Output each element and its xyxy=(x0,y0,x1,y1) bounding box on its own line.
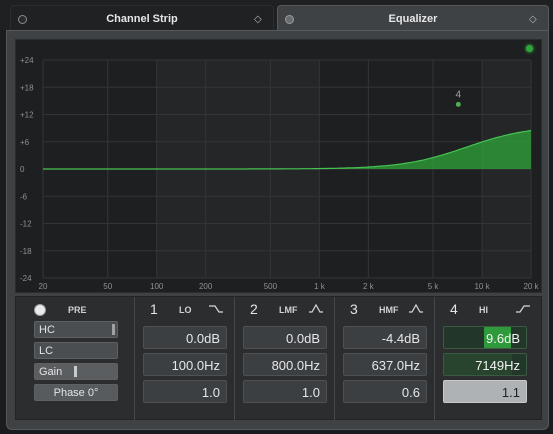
freq-tick-label: 10 k xyxy=(474,282,490,291)
lc-label: LC xyxy=(39,345,54,357)
pre-section: PRE HC LC Gain Phase 0° xyxy=(16,297,134,421)
band-name: HMF xyxy=(379,305,399,315)
band-number[interactable]: 1 xyxy=(150,301,158,317)
tab-bar: Channel Strip ◇ Equalizer ◇ xyxy=(0,0,553,31)
band-3-gain-field[interactable]: -4.4dB xyxy=(343,326,427,349)
eq-curve-display[interactable]: +24 +18 +12 +6 0 -6 -12 -18 -24 20 50 100 200 500 1 k 2… xyxy=(15,39,542,293)
eq-graph-svg: +24 +18 +12 +6 0 -6 -12 -18 -24 20 50 100 200 500 1 k 2… xyxy=(20,56,540,291)
db-tick-label: -18 xyxy=(20,247,32,256)
band-4-freq-value: 7149Hz xyxy=(475,358,520,373)
peak-filter-icon[interactable] xyxy=(308,303,324,315)
band-1: 1 LO 0.0dB 100.0Hz 1.0 xyxy=(134,297,234,421)
gain-label: Gain xyxy=(39,366,63,378)
freq-tick-label: 100 xyxy=(150,282,164,291)
band-name: HI xyxy=(479,305,488,315)
band-4: 4 HI 9.6dB 7149Hz 1.1 xyxy=(434,297,541,421)
band-1-q-field[interactable]: 1.0 xyxy=(143,380,227,403)
db-tick-label: -6 xyxy=(20,192,28,201)
hc-button[interactable]: HC xyxy=(34,321,118,338)
band-name: LMF xyxy=(279,305,298,315)
band-1-gain-field[interactable]: 0.0dB xyxy=(143,326,227,349)
freq-tick-label: 5 k xyxy=(428,282,440,291)
eq-power-led-icon[interactable] xyxy=(526,45,533,52)
gain-slider[interactable]: Gain xyxy=(34,363,118,380)
phase-label: Phase 0° xyxy=(53,387,99,399)
peak-filter-icon[interactable] xyxy=(408,303,424,315)
gain-slider-handle[interactable] xyxy=(74,366,77,377)
freq-tick-label: 200 xyxy=(199,282,213,291)
db-tick-label: 0 xyxy=(20,165,25,174)
band-marker-label: 4 xyxy=(456,89,462,100)
freq-tick-label: 2 k xyxy=(363,282,375,291)
band-3: 3 HMF -4.4dB 637.0Hz 0.6 xyxy=(334,297,434,421)
band-number[interactable]: 3 xyxy=(350,301,358,317)
db-tick-label: +12 xyxy=(20,111,34,120)
tab-channel-strip[interactable]: Channel Strip ◇ xyxy=(10,5,274,31)
db-tick-label: -24 xyxy=(20,274,32,283)
band-4-q-value: 1.1 xyxy=(501,385,520,400)
freq-tick-label: 50 xyxy=(103,282,112,291)
band-number[interactable]: 4 xyxy=(450,301,458,317)
band-4-freq-field[interactable]: 7149Hz xyxy=(443,353,527,376)
link-icon[interactable]: ◇ xyxy=(254,14,265,25)
band-number[interactable]: 2 xyxy=(250,301,258,317)
band-2-q-field[interactable]: 1.0 xyxy=(243,380,327,403)
low-shelf-filter-icon[interactable] xyxy=(208,303,224,315)
pre-label: PRE xyxy=(68,305,87,315)
band-4-q-field[interactable]: 1.1 xyxy=(443,380,527,403)
freq-tick-label: 1 k xyxy=(314,282,326,291)
band-4-gain-field[interactable]: 9.6dB xyxy=(443,326,527,349)
db-tick-label: +24 xyxy=(20,56,34,65)
phase-button[interactable]: Phase 0° xyxy=(34,384,118,401)
freq-tick-label: 500 xyxy=(264,282,278,291)
band-2-freq-field[interactable]: 800.0Hz xyxy=(243,353,327,376)
pre-power-icon[interactable] xyxy=(34,304,46,316)
tab-label: Channel Strip xyxy=(106,13,178,25)
high-shelf-filter-icon[interactable] xyxy=(515,303,531,315)
db-tick-label: +18 xyxy=(20,83,34,92)
db-tick-label: -12 xyxy=(20,220,32,229)
tab-equalizer[interactable]: Equalizer ◇ xyxy=(277,5,549,31)
band-4-node[interactable] xyxy=(455,101,461,107)
db-tick-label: +6 xyxy=(20,138,30,147)
band-1-freq-field[interactable]: 100.0Hz xyxy=(143,353,227,376)
equalizer-panel: +24 +18 +12 +6 0 -6 -12 -18 -24 20 50 100 200 500 1 k 2… xyxy=(6,30,549,430)
lc-button[interactable]: LC xyxy=(34,342,118,359)
freq-tick-label: 20 k xyxy=(523,282,539,291)
eq-controls: PRE HC LC Gain Phase 0° 1 LO 0.0dB 100.0… xyxy=(15,296,542,421)
hc-slider-handle[interactable] xyxy=(112,324,115,335)
band-3-freq-field[interactable]: 637.0Hz xyxy=(343,353,427,376)
band-3-q-field[interactable]: 0.6 xyxy=(343,380,427,403)
freq-tick-label: 20 xyxy=(39,282,48,291)
band-name: LO xyxy=(179,305,192,315)
band-2-gain-field[interactable]: 0.0dB xyxy=(243,326,327,349)
link-icon[interactable]: ◇ xyxy=(529,14,540,25)
hc-label: HC xyxy=(39,324,55,336)
band-4-gain-value: 9.6dB xyxy=(486,331,520,346)
tab-label: Equalizer xyxy=(388,13,438,25)
band-2: 2 LMF 0.0dB 800.0Hz 1.0 xyxy=(234,297,334,421)
